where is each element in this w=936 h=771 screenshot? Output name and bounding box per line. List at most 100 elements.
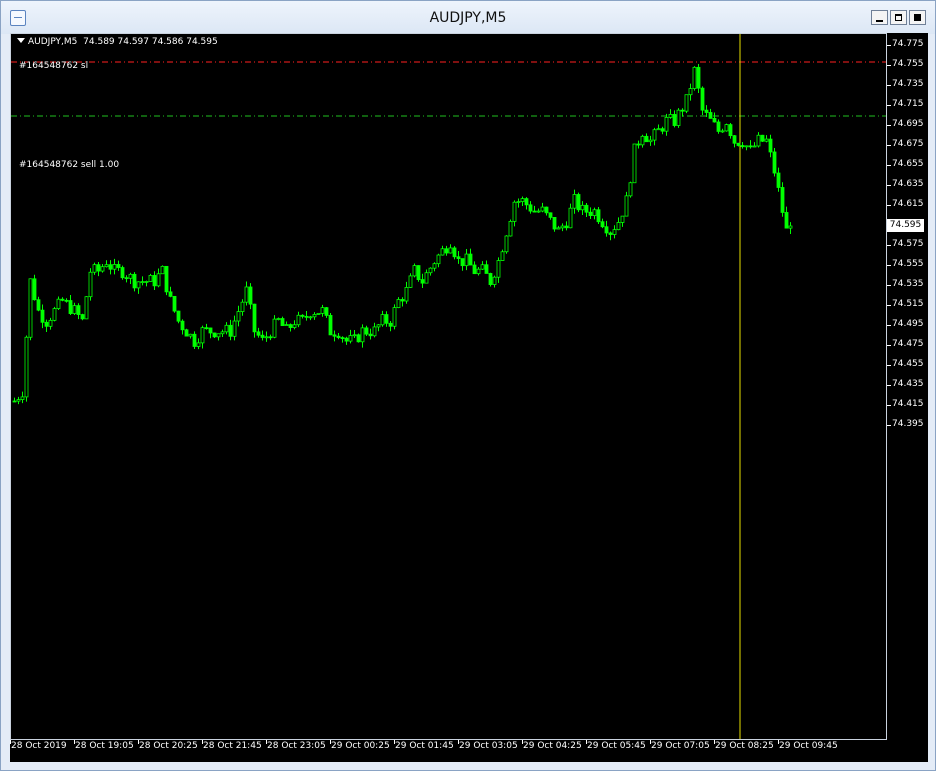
candle-body <box>716 121 721 132</box>
minimize-button[interactable] <box>871 10 888 25</box>
price-tick <box>887 165 891 166</box>
candle-body <box>396 299 401 308</box>
price-tick-label: 74.715 <box>892 99 924 109</box>
candle-body <box>436 254 441 265</box>
candle-body <box>384 314 389 324</box>
candle-body <box>416 265 421 280</box>
chart-area[interactable]: AUDJPY,M5 74.589 74.597 74.586 74.595 #1… <box>10 33 887 740</box>
time-tick-label: 29 Oct 00:25 <box>331 741 390 751</box>
candle-body <box>348 335 353 342</box>
header-collapse-icon[interactable] <box>17 38 25 43</box>
candle-body <box>356 334 361 343</box>
chart-header: AUDJPY,M5 74.589 74.597 74.586 74.595 <box>17 37 218 47</box>
candle-body <box>284 324 289 327</box>
candle-body <box>332 334 337 337</box>
maximize-button[interactable] <box>890 10 907 25</box>
price-tick <box>887 285 891 286</box>
candle-body <box>644 135 649 143</box>
candle-body <box>536 210 541 213</box>
candle-body <box>640 135 645 146</box>
candle-body <box>264 336 269 339</box>
candle-body <box>548 212 553 218</box>
candle-body <box>84 296 89 320</box>
candle-body <box>144 281 149 283</box>
candle-body <box>420 279 425 284</box>
candle-body <box>64 299 69 302</box>
candle-body <box>532 210 537 213</box>
candle-body <box>292 324 297 328</box>
candle-body <box>444 248 449 254</box>
candle-body <box>56 298 61 309</box>
candle-body <box>108 264 113 270</box>
price-tick-label: 74.655 <box>892 159 924 169</box>
candle-body <box>16 399 21 402</box>
candle-body <box>112 264 117 270</box>
price-tick <box>887 345 891 346</box>
candle-body <box>704 109 709 113</box>
candle-body <box>272 318 277 338</box>
current-price-label: 74.595 <box>887 219 924 232</box>
candle-body <box>620 215 625 223</box>
maximize-icon <box>895 14 902 21</box>
candle-body <box>248 286 253 305</box>
candle-body <box>36 299 41 311</box>
sl-level-label[interactable]: #164548762 sl <box>19 61 88 71</box>
candle-body <box>424 272 429 284</box>
candle-body <box>456 256 461 260</box>
price-tick-label: 74.675 <box>892 139 924 149</box>
candle-body <box>608 232 613 235</box>
candle-body <box>460 258 465 267</box>
candle-body <box>132 273 137 289</box>
price-tick-label: 74.775 <box>892 39 924 49</box>
candle-body <box>44 321 49 327</box>
candle-body <box>388 322 393 327</box>
chart-quote: 74.589 74.597 74.586 74.595 <box>83 37 218 47</box>
price-tick-label: 74.615 <box>892 199 924 209</box>
price-tick-label: 74.695 <box>892 119 924 129</box>
candle-body <box>320 307 325 314</box>
candle-body <box>296 314 301 326</box>
candle-body <box>412 265 417 277</box>
price-scale[interactable]: 74.775 74.755 74.735 74.715 74.695 74.675 74.6… <box>887 33 928 740</box>
candle-body <box>304 315 309 318</box>
candle-body <box>228 324 233 337</box>
candle-body <box>312 314 317 318</box>
candle-body <box>220 331 225 335</box>
candle-body <box>696 66 701 89</box>
time-tick-label: 29 Oct 08:25 <box>715 741 774 751</box>
price-tick <box>887 185 891 186</box>
candle-body <box>180 320 185 331</box>
candle-body <box>576 194 581 211</box>
price-tick-label: 74.535 <box>892 279 924 289</box>
candle-body <box>668 114 673 118</box>
time-tick-label: 29 Oct 07:05 <box>651 741 710 751</box>
candle-body <box>244 286 249 303</box>
candle-body <box>788 225 793 229</box>
candle-body <box>336 335 341 338</box>
candle-body <box>96 264 101 272</box>
candle-body <box>540 206 545 212</box>
candle-body <box>552 217 557 230</box>
price-tick <box>887 105 891 106</box>
candle-body <box>368 333 373 337</box>
price-tick <box>887 405 891 406</box>
candle-body <box>752 145 757 148</box>
candle-body <box>588 211 593 217</box>
candle-body <box>372 326 377 337</box>
order-level-label[interactable]: #164548762 sell 1.00 <box>19 160 119 170</box>
candle-body <box>316 312 321 315</box>
candle-body <box>464 253 469 267</box>
time-scale[interactable]: 28 Oct 2019 28 Oct 19:05 28 Oct 20:25 28 Oc… <box>10 740 928 762</box>
price-tick-label: 74.635 <box>892 179 924 189</box>
candle-body <box>492 276 497 285</box>
close-button[interactable] <box>909 10 926 25</box>
title-bar[interactable]: AUDJPY,M5 <box>1 1 935 34</box>
candle-body <box>728 124 733 137</box>
price-tick-label: 74.435 <box>892 379 924 389</box>
candle-body <box>328 314 333 336</box>
candle-body <box>692 66 697 89</box>
price-tick <box>887 145 891 146</box>
candle-body <box>160 265 165 275</box>
candle-body <box>452 247 457 258</box>
candle-body <box>404 287 409 302</box>
